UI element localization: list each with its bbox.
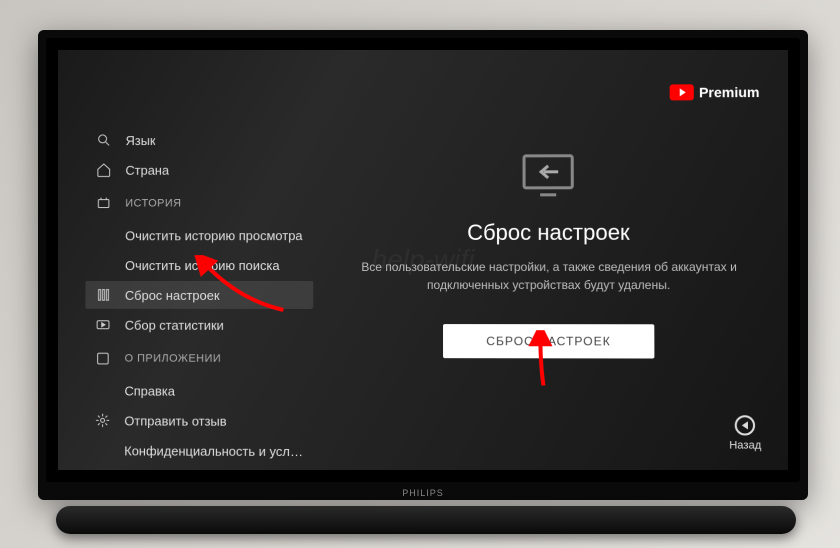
sidebar-item-reset-settings[interactable]: Сброс настроек xyxy=(85,281,313,309)
sidebar-item-label: Язык xyxy=(126,133,156,148)
blank-icon xyxy=(96,227,112,243)
sidebar-item-privacy[interactable]: Конфиденциальность и усло... xyxy=(85,436,313,465)
blank-icon xyxy=(95,257,111,273)
search-icon xyxy=(96,132,112,148)
youtube-play-icon xyxy=(670,84,694,100)
sidebar-item-label: Конфиденциальность и усло... xyxy=(124,443,303,459)
back-label: Назад xyxy=(729,439,761,451)
about-icon xyxy=(95,351,111,367)
sidebar-item-label: О ПРИЛОЖЕНИИ xyxy=(125,353,222,365)
settings-sidebar: Язык Страна ИСТОРИЯ Очистить историю про… xyxy=(85,126,314,467)
tv-brand-logo: PHILIPS xyxy=(402,488,444,498)
history-icon xyxy=(96,196,112,212)
sidebar-item-clear-watch-history[interactable]: Очистить историю просмотра xyxy=(86,221,314,249)
sidebar-item-country[interactable]: Страна xyxy=(86,155,313,183)
sidebar-item-feedback[interactable]: Отправить отзыв xyxy=(85,406,313,435)
back-button[interactable]: Назад xyxy=(729,415,761,452)
tv-screen: help-wifi Premium Язык Страна ИСТОРИЯ xyxy=(58,50,788,470)
sidebar-item-label: Сбор статистики xyxy=(125,317,224,332)
sidebar-item-clear-search-history[interactable]: Очистить историю поиска xyxy=(86,251,314,279)
sidebar-item-label: Отправить отзыв xyxy=(124,413,226,428)
youtube-premium-badge: Premium xyxy=(670,84,760,100)
premium-label: Premium xyxy=(699,84,760,100)
back-arrow-icon xyxy=(735,415,755,435)
main-panel: Сброс настроек Все пользовательские наст… xyxy=(338,149,761,358)
reset-device-icon xyxy=(518,150,578,200)
sidebar-item-label: Сброс настроек xyxy=(125,287,220,302)
sidebar-item-label: ИСТОРИЯ xyxy=(125,198,181,210)
home-icon xyxy=(96,162,112,178)
sidebar-item-language[interactable]: Язык xyxy=(86,126,313,154)
media-icon xyxy=(95,317,111,333)
sidebar-section-history: ИСТОРИЯ xyxy=(86,189,314,217)
blank-icon xyxy=(95,382,111,398)
sidebar-item-label: Страна xyxy=(125,162,169,177)
reset-settings-button[interactable]: СБРОС НАСТРОЕК xyxy=(443,324,654,358)
sidebar-item-help[interactable]: Справка xyxy=(85,376,313,405)
slider-icon xyxy=(95,287,111,303)
blank-icon xyxy=(95,442,111,458)
main-title: Сброс настроек xyxy=(338,220,760,246)
main-description: Все пользовательские настройки, а также … xyxy=(358,258,740,294)
gear-icon xyxy=(95,412,111,428)
sidebar-section-about: О ПРИЛОЖЕНИИ xyxy=(85,345,313,373)
sidebar-item-label: Очистить историю поиска xyxy=(125,258,280,273)
sidebar-item-label: Очистить историю просмотра xyxy=(125,228,302,243)
sidebar-item-label: Справка xyxy=(124,383,175,398)
tv-frame: PHILIPS help-wifi Premium Язык Страна xyxy=(38,30,808,500)
sidebar-item-stats[interactable]: Сбор статистики xyxy=(85,311,313,339)
soundbar xyxy=(56,506,796,534)
